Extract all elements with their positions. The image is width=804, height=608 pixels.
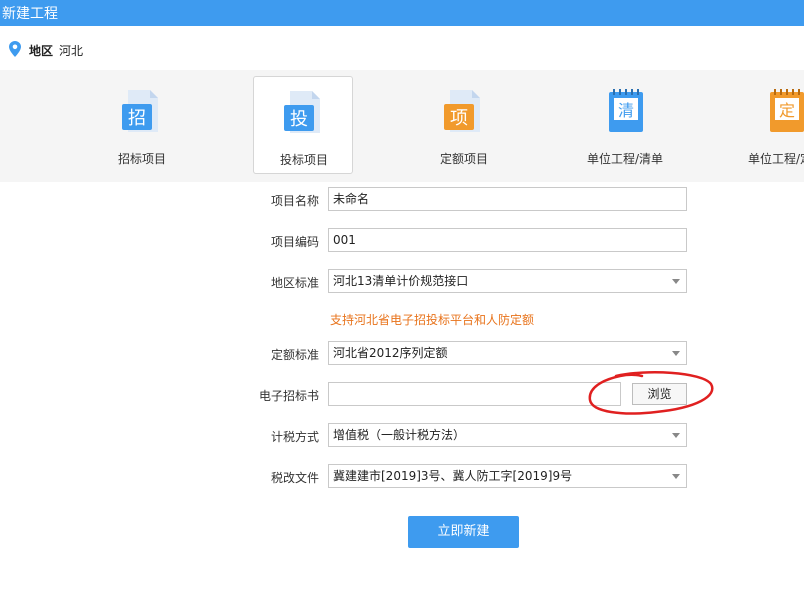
type-bid-project[interactable]: 投 投标项目 (253, 76, 353, 174)
title-bar: 新建工程 (0, 0, 804, 26)
create-now-button[interactable]: 立即新建 (408, 516, 519, 548)
type-tender-project[interactable]: 招 招标项目 (92, 76, 192, 174)
area-standard-label: 地区标准 (270, 276, 319, 290)
tender-doc-icon: 招 (122, 90, 158, 132)
tax-method-select[interactable]: 增值税（一般计税方法） (328, 423, 687, 447)
svg-text:清: 清 (618, 101, 634, 120)
tax-reform-select[interactable]: 冀建建市[2019]3号、冀人防工字[2019]9号 (328, 464, 687, 488)
type-quota-project[interactable]: 项 定额项目 (414, 76, 514, 174)
tax-method-value: 增值税（一般计税方法） (333, 428, 466, 442)
project-code-input[interactable]: 001 (328, 228, 687, 252)
tax-reform-value: 冀建建市[2019]3号、冀人防工字[2019]9号 (333, 469, 573, 483)
project-name-label: 项目名称 (270, 194, 319, 208)
project-name-input[interactable]: 未命名 (328, 187, 687, 211)
svg-text:投: 投 (290, 109, 308, 130)
svg-text:招: 招 (128, 108, 146, 129)
quota-doc-icon: 项 (444, 90, 480, 132)
window-title: 新建工程 (2, 6, 58, 22)
bid-file-input[interactable] (328, 382, 621, 406)
bid-file-label: 电子招标书 (258, 389, 319, 403)
project-code-label: 项目编码 (270, 235, 319, 249)
region-bar: 地区 河北 (0, 26, 804, 70)
quota-standard-label: 定额标准 (270, 348, 319, 362)
project-type-bar: 招 招标项目 投 投标项目 项 定额项目 清 单位工程/清单 定 单位工程/ (0, 70, 804, 182)
browse-button[interactable]: 浏览 (632, 383, 687, 405)
area-standard-select[interactable]: 河北13清单计价规范接口 (328, 269, 687, 293)
dropdown-arrow-icon (672, 474, 680, 479)
type-label: 投标项目 (279, 153, 328, 167)
bid-doc-icon: 投 (284, 91, 320, 133)
quota-standard-select[interactable]: 河北省2012序列定额 (328, 341, 687, 365)
type-unit-quota[interactable]: 定 单位工程/定额 (736, 76, 804, 174)
region-label: 地区 (29, 44, 54, 58)
tax-reform-label: 税改文件 (270, 471, 319, 485)
bill-notebook-icon: 清 (609, 89, 643, 132)
type-label: 招标项目 (117, 152, 166, 166)
type-label: 定额项目 (439, 152, 488, 166)
platform-hint: 支持河北省电子招投标平台和人防定额 (330, 313, 535, 327)
region-value[interactable]: 河北 (59, 42, 83, 59)
type-label: 单位工程/定额 (747, 152, 804, 166)
svg-text:定: 定 (779, 101, 795, 120)
tax-method-label: 计税方式 (270, 430, 319, 444)
type-unit-bill[interactable]: 清 单位工程/清单 (575, 76, 675, 174)
svg-text:项: 项 (450, 108, 468, 129)
dropdown-arrow-icon (672, 433, 680, 438)
type-label: 单位工程/清单 (586, 152, 664, 166)
location-pin-icon (9, 41, 21, 57)
quota-standard-value: 河北省2012序列定额 (333, 346, 448, 360)
area-standard-value: 河北13清单计价规范接口 (333, 274, 469, 288)
dropdown-arrow-icon (672, 279, 680, 284)
dropdown-arrow-icon (672, 351, 680, 356)
quota-notebook-icon: 定 (770, 89, 804, 132)
